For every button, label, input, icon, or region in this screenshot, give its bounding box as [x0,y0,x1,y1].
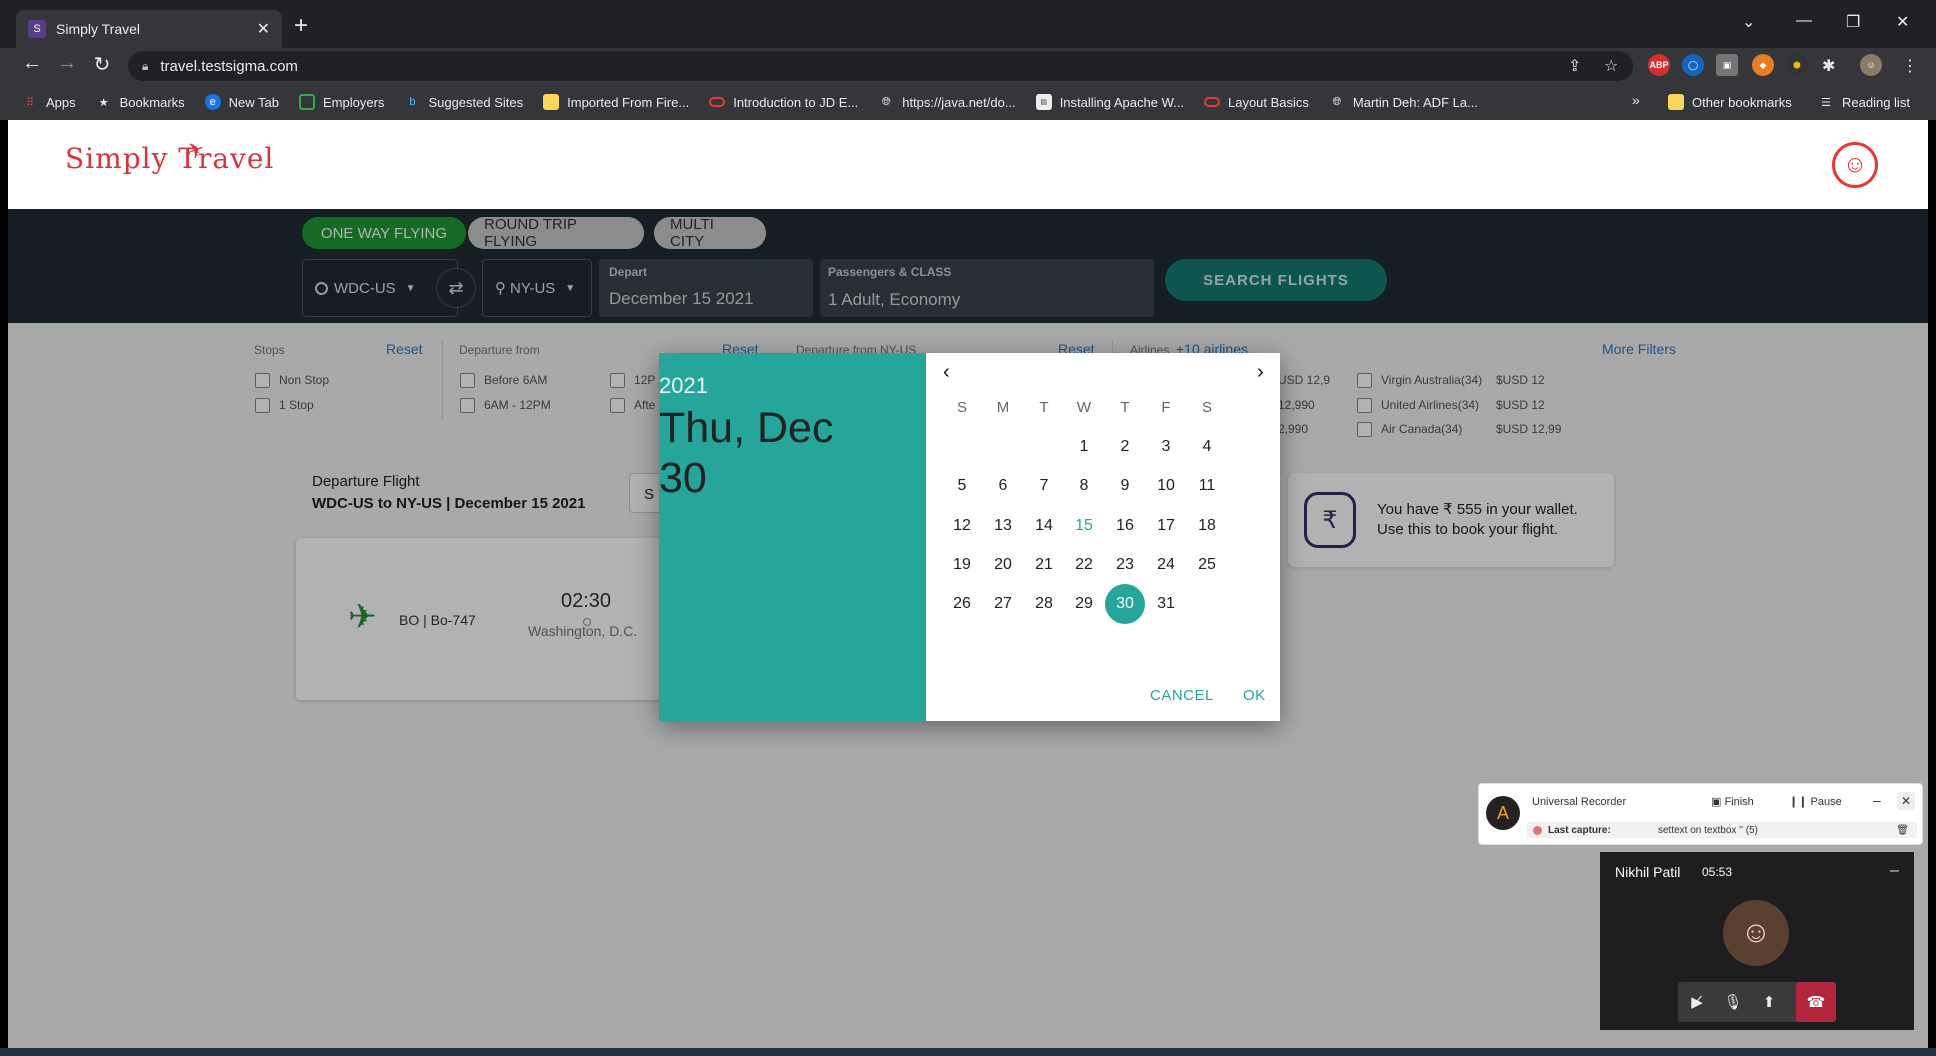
extensions-puzzle-icon[interactable]: ✱ [1822,56,1835,76]
tab-close-icon[interactable]: ✕ [257,19,270,39]
oracle-icon [709,97,726,107]
site-favicon-icon: S [28,20,46,38]
last-capture-label: Last capture: [1548,824,1611,836]
folder-icon [1668,94,1684,110]
finish-button[interactable]: ▣ Finish [1711,795,1754,808]
date-picker-selected-date: Thu, Dec 30 [659,404,834,502]
profile-avatar-icon[interactable]: ☺ [1860,54,1882,76]
minimize-icon[interactable]: – [1890,862,1899,880]
camera-off-icon[interactable]: ▶̸ [1678,982,1716,1022]
reload-icon[interactable]: ↻ [88,52,116,77]
bookmark-suggested-sites[interactable]: b Suggested Sites [404,94,523,110]
user-profile-icon[interactable]: ☺ [1832,142,1878,188]
caller-avatar: ☺ [1723,900,1789,966]
date-picker-dialog: 2021 Thu, Dec 30 ‹ › CANCEL OK SMTWTFS12… [659,353,1280,721]
bookmarks-overflow-icon[interactable]: » [1632,92,1640,108]
apps-grid-icon: ⠿ [25,96,35,109]
date-picker-year[interactable]: 2021 [659,373,926,399]
bookmark-icon [299,94,316,110]
previous-month-icon[interactable]: ‹ [943,361,950,384]
reading-list-icon: ☰ [1821,96,1831,109]
tab-title: Simply Travel [56,21,141,37]
extension-circle-icon[interactable]: ◯ [1682,54,1704,76]
lock-icon: 🔒︎ [142,58,149,73]
bing-icon: b [409,96,416,108]
other-bookmarks[interactable]: Other bookmarks [1668,94,1792,110]
microphone-icon[interactable]: 🎙︎ [1714,982,1752,1022]
os-taskbar [0,1048,1936,1056]
save-icon: ▣ [1711,796,1725,808]
recorder-title: Universal Recorder [1532,796,1627,808]
metamask-icon[interactable]: ◆ [1752,54,1774,76]
bookmark-imported[interactable]: Imported From Fire... [543,94,689,110]
share-screen-icon[interactable]: ⬆ [1750,982,1788,1022]
record-dot-icon [1533,825,1542,835]
tab-search-icon[interactable]: ⌄ [1742,12,1755,32]
address-bar[interactable]: 🔒︎ travel.testsigma.com [128,51,1633,81]
back-icon[interactable]: ← [18,52,46,75]
last-capture-row: Last capture: settext on textbox '' (5) … [1527,822,1917,838]
bookmark-jd-edwards[interactable]: Introduction to JD E... [709,95,858,110]
restore-icon[interactable]: ❐ [1846,12,1860,32]
browser-tab-strip [0,0,1936,48]
oracle-icon [1203,97,1220,107]
calendar-day[interactable]: 29 [1059,580,1109,628]
recorder-logo-icon: A [1486,796,1520,830]
cancel-button[interactable]: CANCEL [1150,687,1214,704]
extension-hex-icon[interactable]: ⬢ [1786,54,1808,76]
bookmark-apache[interactable]: ▤ Installing Apache W... [1035,94,1184,110]
weekday-label: S [1201,399,1212,416]
site-header: Simply Travel ✈ ☺ [8,120,1928,209]
url-text: travel.testsigma.com [160,57,298,75]
bookmarks-bar: ⠿ Apps ★ Bookmarks e New Tab Employers b Sug… [0,84,1936,120]
page-icon: ▤ [1035,94,1052,110]
ok-button[interactable]: OK [1243,687,1266,704]
close-window-icon[interactable]: ✕ [1896,12,1909,32]
extension-page-icon[interactable]: ▣ [1716,54,1738,76]
minimize-icon[interactable]: – [1873,792,1881,808]
recorder-widget: A Universal Recorder ▣ Finish ❙❙ Pause –… [1478,783,1923,845]
bookmark-new-tab[interactable]: e New Tab [204,94,279,110]
share-icon[interactable]: ⇪ [1568,56,1581,76]
folder-icon [543,94,560,110]
globe-icon: 🌐︎ [881,95,891,108]
bookmark-java-net[interactable]: 🌐︎ https://java.net/do... [878,94,1016,110]
bookmark-apps[interactable]: ⠿ Apps [22,94,76,110]
bookmark-star-icon[interactable]: ☆ [1604,56,1618,76]
calendar-day[interactable]: 31 [1141,580,1191,628]
bookmark-layout-basics[interactable]: Layout Basics [1203,95,1309,110]
caller-name: Nikhil Patil [1615,864,1681,880]
forward-icon[interactable]: → [53,52,81,75]
bookmark-martin-deh[interactable]: 🌐︎ Martin Deh: ADF La... [1329,94,1478,110]
globe-icon: 🌐︎ [1332,95,1342,108]
minimize-icon[interactable]: — [1796,12,1812,30]
bookmark-bookmarks[interactable]: ★ Bookmarks [96,94,185,110]
pause-icon: ❙❙ [1789,796,1811,808]
next-month-icon[interactable]: › [1257,361,1264,384]
site-logo[interactable]: Simply Travel [65,142,274,175]
pause-button[interactable]: ❙❙ Pause [1789,795,1842,808]
star-icon: ★ [98,96,109,109]
browser-tab[interactable]: S Simply Travel ✕ [16,10,282,48]
new-tab-icon[interactable]: + [294,12,308,40]
calendar-day-selected[interactable]: 30 [1105,584,1145,624]
reading-list[interactable]: ☰ Reading list [1818,94,1910,110]
video-call-window: Nikhil Patil 05:53 – ☺ ▶̸ 🎙︎ ⬆ ☎ [1600,852,1914,1030]
close-icon[interactable]: ✕ [1897,792,1915,810]
trash-icon[interactable]: 🗑︎ [1896,825,1909,836]
hang-up-icon[interactable]: ☎ [1796,982,1836,1022]
new-tab-icon: e [204,94,221,110]
menu-kebab-icon[interactable]: ⋮ [1902,56,1918,76]
call-duration: 05:53 [1702,865,1733,879]
adblock-icon[interactable]: ABP [1648,54,1670,76]
last-capture-value: settext on textbox '' (5) [1658,824,1758,836]
bookmark-employers[interactable]: Employers [299,94,384,110]
